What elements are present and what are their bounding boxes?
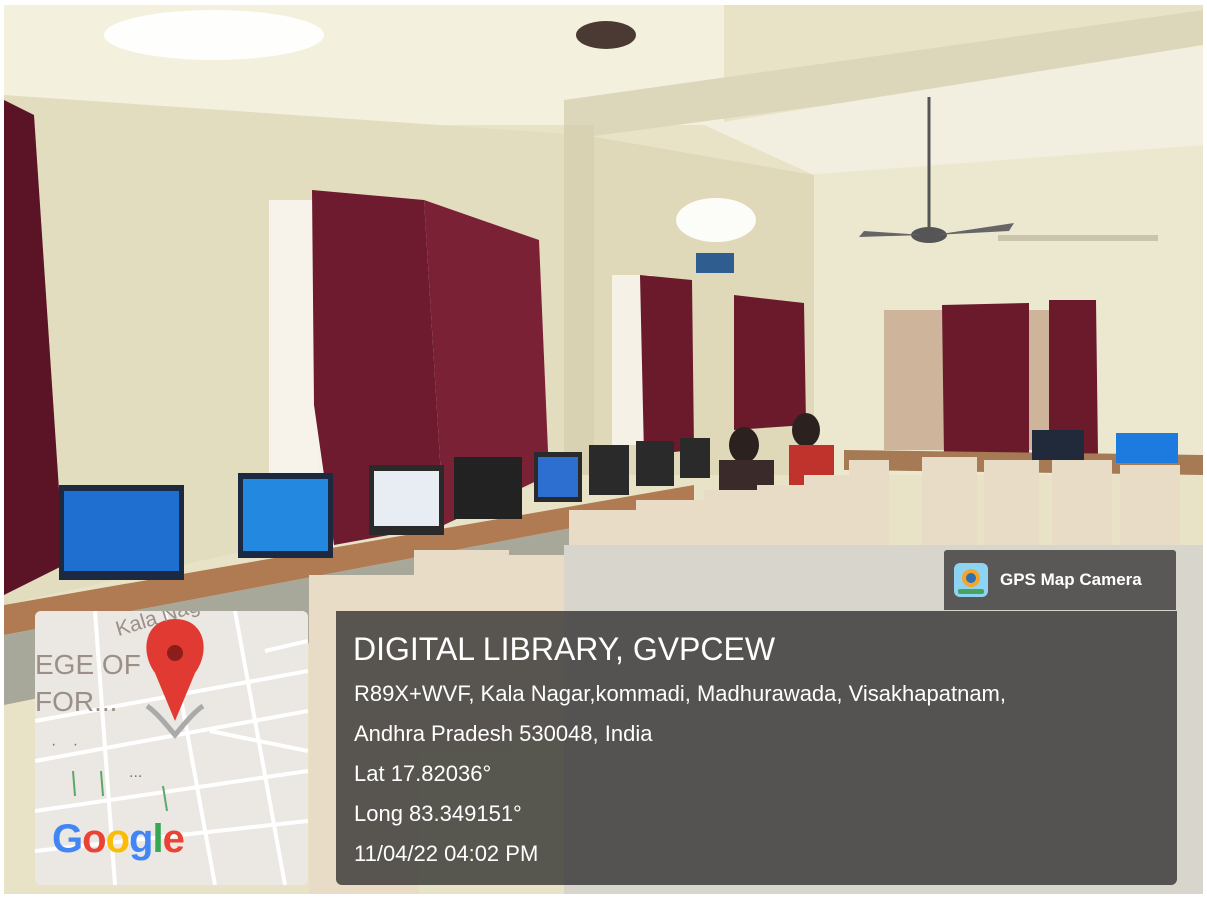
address-line-1: R89X+WVF, Kala Nagar,kommadi, Madhurawad… bbox=[354, 681, 1006, 706]
datetime: 11/04/22 04:02 PM bbox=[354, 841, 539, 866]
latitude: Lat 17.82036° bbox=[354, 761, 492, 786]
location-title: DIGITAL LIBRARY, GVPCEW bbox=[353, 631, 776, 667]
photo-frame: GPS Map Camera Kala Nag EGE OF FOR... · … bbox=[0, 0, 1207, 899]
google-logo: Google bbox=[52, 817, 185, 861]
gps-camera-icon bbox=[954, 563, 988, 597]
map-dots: · · bbox=[51, 736, 85, 753]
badge-label: GPS Map Camera bbox=[1000, 570, 1142, 589]
location-info-panel: DIGITAL LIBRARY, GVPCEW R89X+WVF, Kala N… bbox=[336, 611, 1177, 885]
longitude: Long 83.349151° bbox=[354, 801, 522, 826]
map-place-label-line2: FOR... bbox=[35, 686, 118, 717]
map-thumbnail: Kala Nag EGE OF FOR... · · ... Google bbox=[35, 611, 308, 885]
gps-map-camera-badge: GPS Map Camera bbox=[944, 550, 1176, 610]
address-line-2: Andhra Pradesh 530048, India bbox=[354, 721, 653, 746]
map-dots-2: ... bbox=[129, 764, 143, 781]
map-place-label-line1: EGE OF bbox=[35, 649, 141, 680]
